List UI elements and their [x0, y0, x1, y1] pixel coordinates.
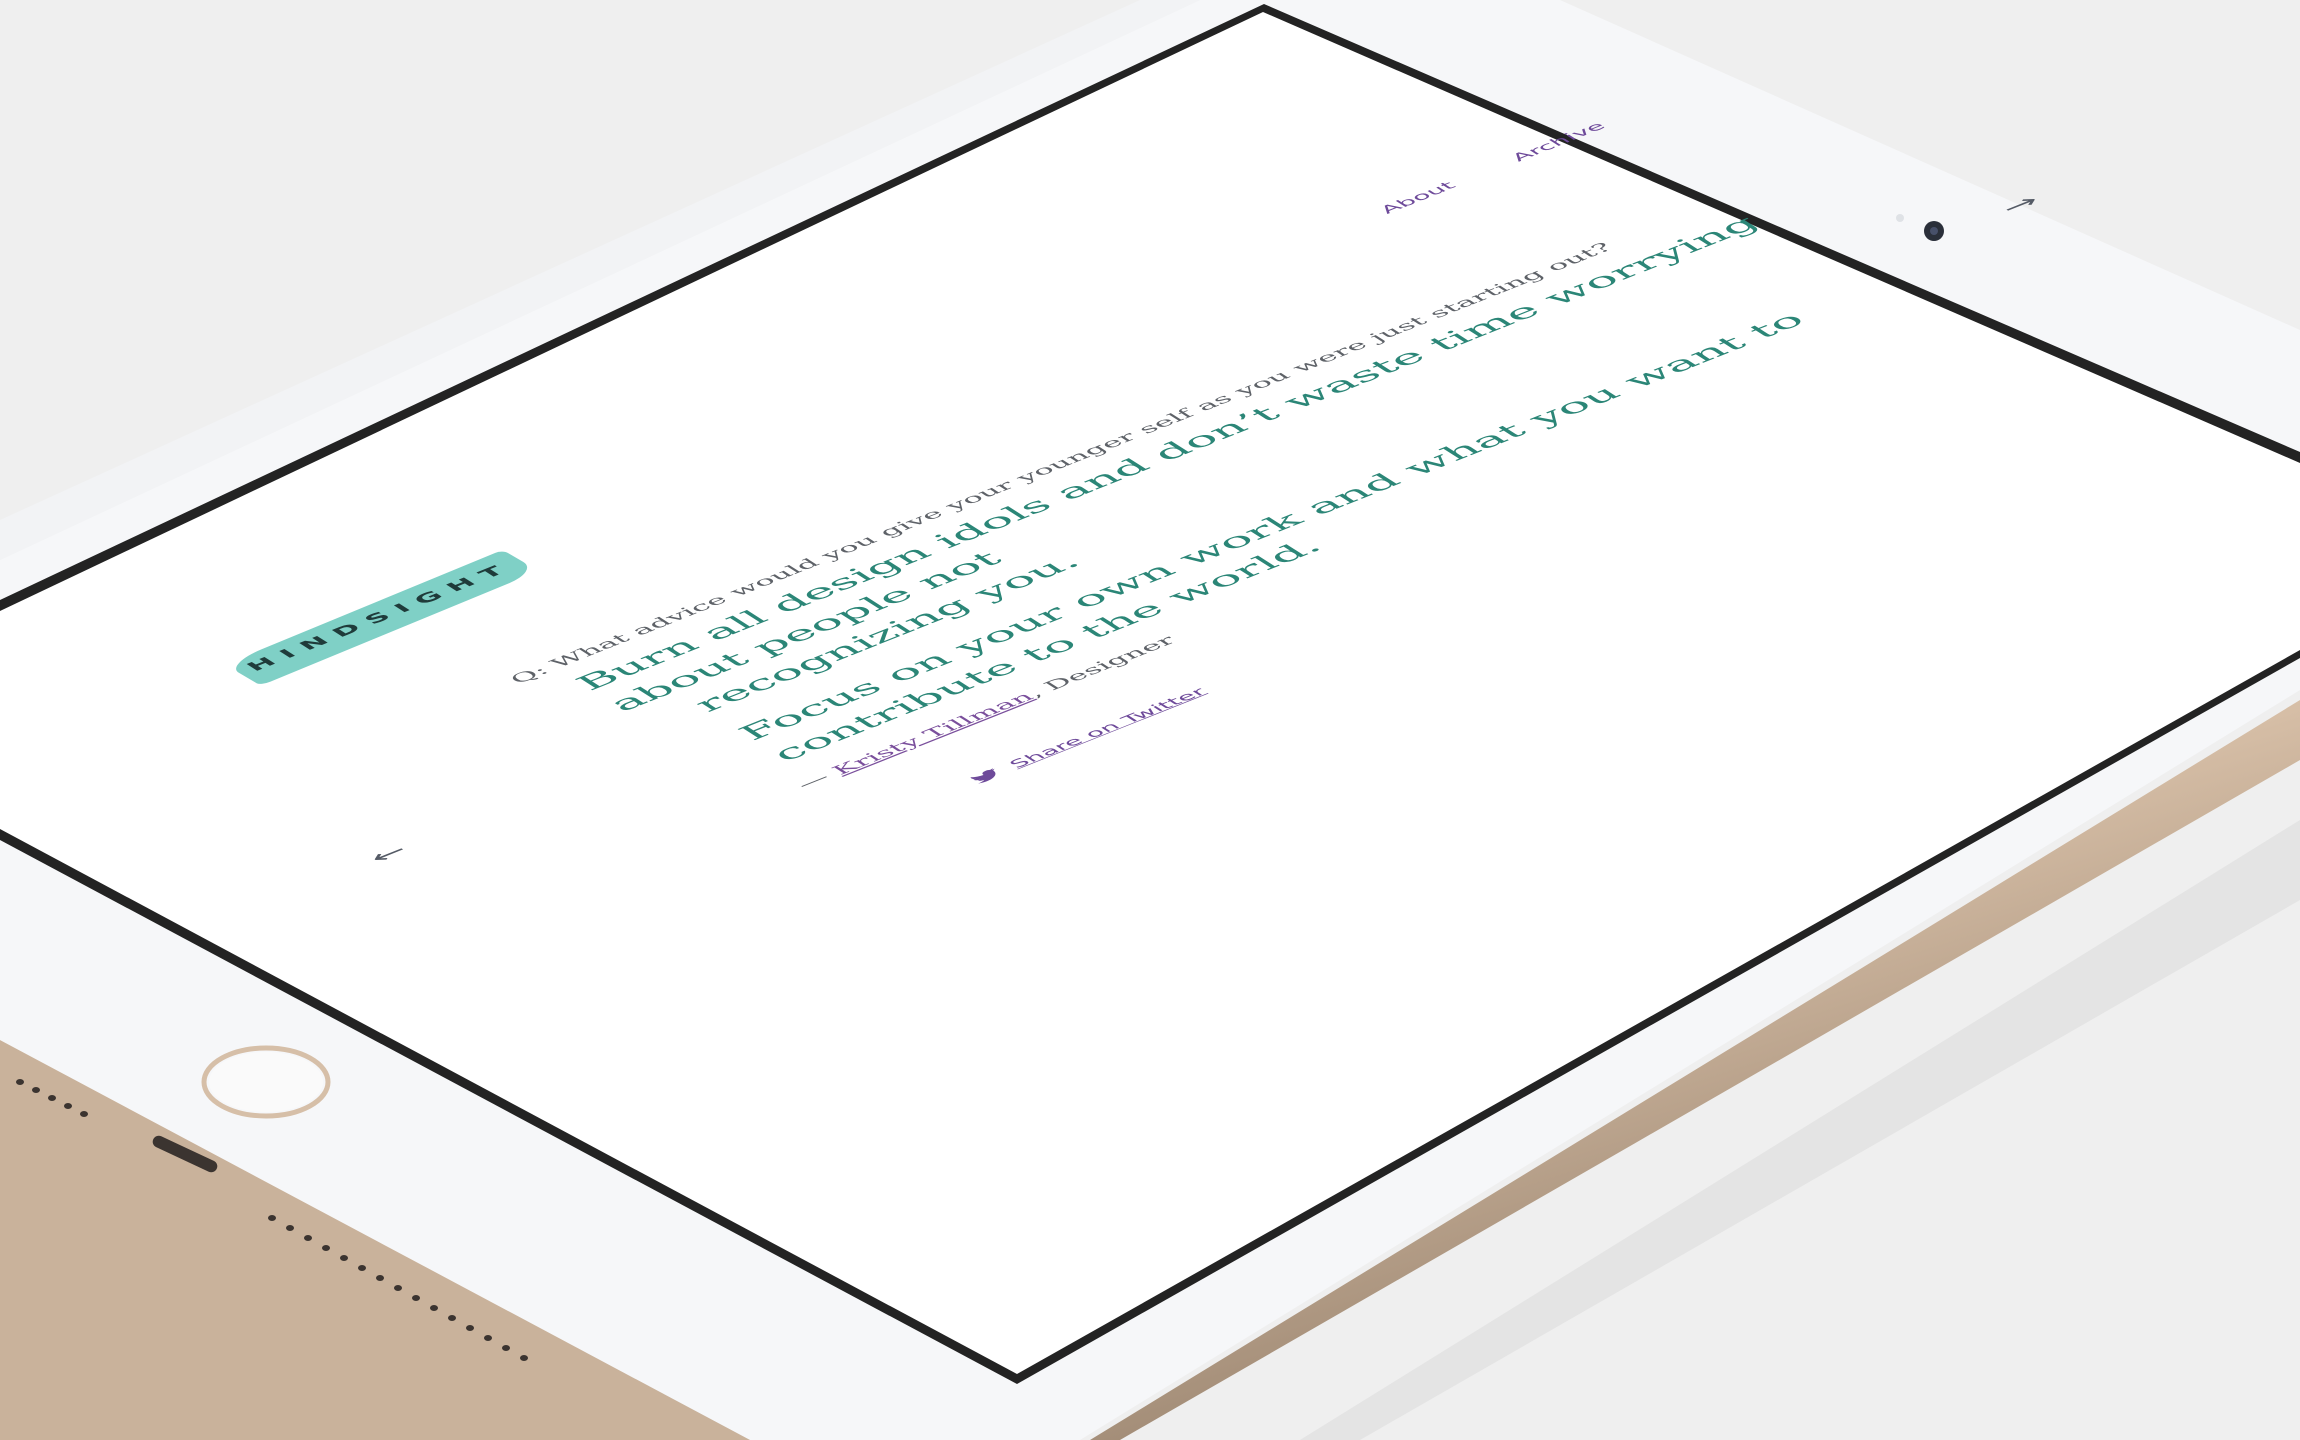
- hindsight-logo[interactable]: HINDSIGHT: [218, 546, 549, 689]
- twitter-bird-icon: [970, 768, 996, 784]
- speaker-grille-left: [16, 1079, 88, 1117]
- lightning-port: [152, 1135, 218, 1173]
- nav-link-about[interactable]: About: [1376, 179, 1460, 216]
- nav-link-archive[interactable]: Archive: [1507, 120, 1609, 164]
- answer-paragraph-1: Burn all design idols and don’t waste ti…: [566, 189, 1889, 739]
- prev-arrow-icon[interactable]: ←: [362, 841, 416, 868]
- post-content: Q: What advice would you give your young…: [506, 174, 2057, 861]
- top-nav: About Archive: [1376, 98, 1664, 216]
- website-screen: HINDSIGHT About Archive ← → Q: What advi…: [0, 0, 2300, 1204]
- answer-paragraph-2: Focus on your own work and what you want…: [677, 260, 1967, 789]
- post-answer: Burn all design idols and don’t waste ti…: [566, 189, 1967, 789]
- logo-text: HINDSIGHT: [242, 560, 520, 675]
- next-arrow-icon[interactable]: →: [1994, 191, 2048, 218]
- home-button: [201, 1045, 331, 1119]
- speaker-grille-right: [268, 1215, 528, 1361]
- device-scene: HINDSIGHT About Archive ← → Q: What advi…: [0, 0, 2300, 1440]
